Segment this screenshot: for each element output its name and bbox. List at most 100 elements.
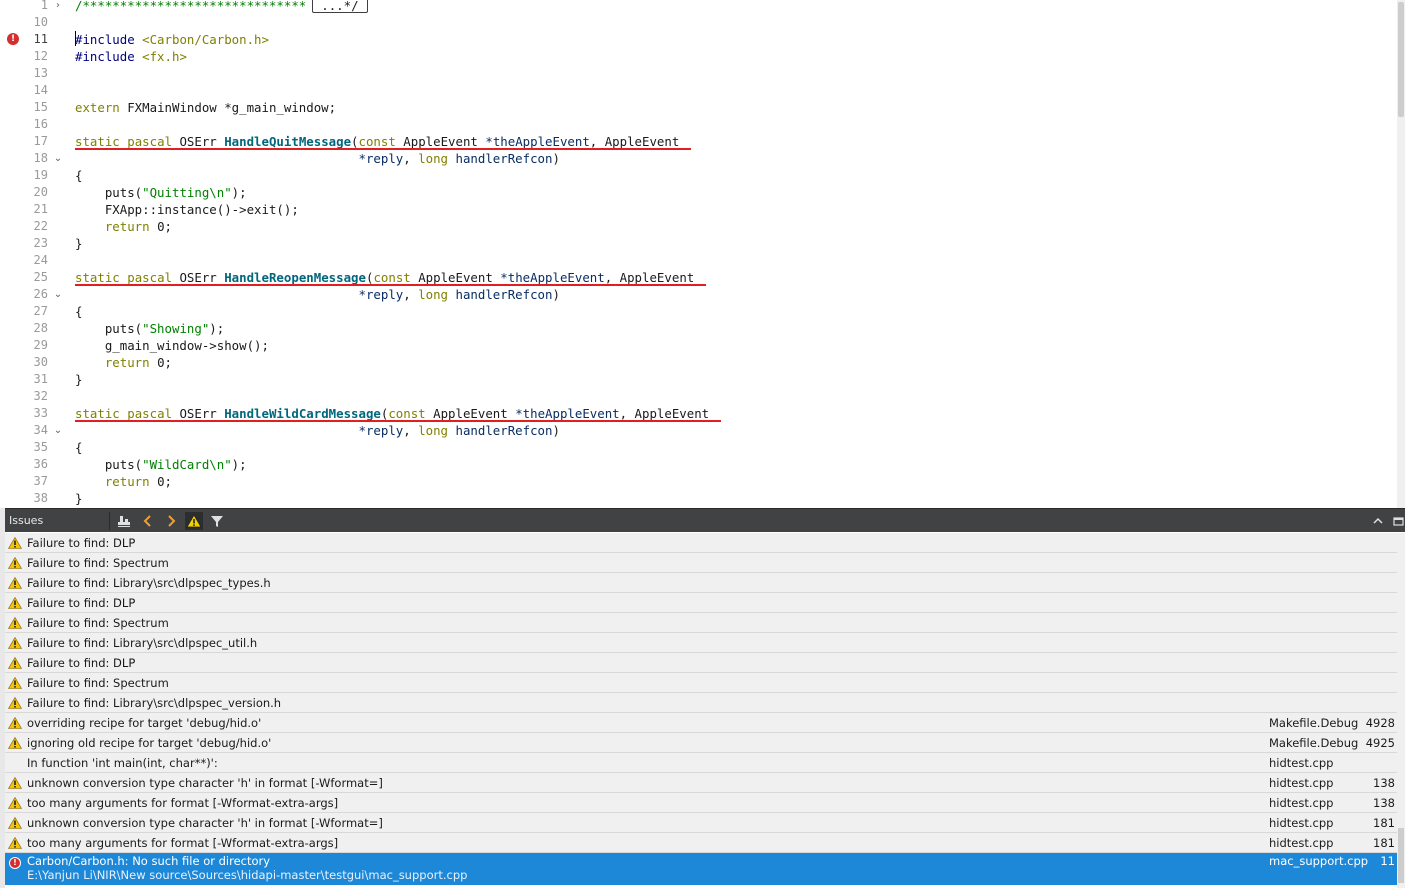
issue-row[interactable]: Failure to find: Library\src\dlpspec_typ… [5,573,1397,593]
code-line[interactable]: { [75,303,82,320]
code-line[interactable]: g_main_window->show(); [75,337,269,354]
line-number-row[interactable]: 22 [0,218,70,235]
line-number-row[interactable]: 24 [0,252,70,269]
line-number-row[interactable]: 30 [0,354,70,371]
issue-row[interactable]: Failure to find: Spectrum [5,673,1397,693]
line-number-row[interactable]: 14 [0,82,70,99]
fold-collapsed-icon[interactable]: › [52,0,64,14]
code-line[interactable]: } [75,371,82,388]
issues-scrollbar-thumb[interactable] [1398,828,1404,883]
line-number-row[interactable]: 13 [0,65,70,82]
fold-expanded-icon[interactable]: ⌄ [52,286,64,303]
warnings-filter-icon[interactable] [185,512,203,530]
code-line[interactable]: *reply, long handlerRefcon) [75,150,559,167]
code-token: return [75,355,150,370]
line-number-row[interactable]: 16 [0,116,70,133]
issue-row[interactable]: Failure to find: DLP [5,653,1397,673]
code-line[interactable]: { [75,167,82,184]
code-line[interactable]: *reply, long handlerRefcon) [75,422,559,439]
line-number-row[interactable]: 33 [0,405,70,422]
code-line[interactable]: #include <Carbon/Carbon.h> [75,31,269,48]
code-line[interactable]: #include <fx.h> [75,48,187,65]
line-number: 14 [33,83,48,97]
line-number-row[interactable]: 21 [0,201,70,218]
issue-row[interactable]: Failure to find: Library\src\dlpspec_ver… [5,693,1397,713]
line-number-row[interactable]: 34 ⌄ [0,422,70,439]
line-number-row[interactable]: 1 › [0,0,70,14]
issue-description: Failure to find: DLP [27,536,136,550]
editor-vertical-scrollbar[interactable] [1397,0,1405,508]
code-line[interactable]: { [75,439,82,456]
line-number-row[interactable]: 17 [0,133,70,150]
panel-menu-icon[interactable] [1391,512,1405,530]
fold-expanded-icon[interactable]: ⌄ [52,422,64,439]
line-number-row[interactable]: 31 [0,371,70,388]
folded-block-marker[interactable]: ...*/ [312,0,368,13]
warning-icon [8,637,22,649]
line-number-row[interactable]: 25 [0,269,70,286]
line-number-row[interactable]: 19 [0,167,70,184]
code-line[interactable]: *reply, long handlerRefcon) [75,286,559,303]
line-number-row[interactable]: 32 [0,388,70,405]
line-number-row[interactable]: 20 [0,184,70,201]
code-line[interactable]: FXApp::instance()->exit(); [75,201,299,218]
line-number-row[interactable]: ! 11 [0,31,70,48]
code-line[interactable]: } [75,235,82,252]
line-number-row[interactable]: 35 [0,439,70,456]
issues-panel-toolbar: Issues [5,508,1405,532]
code-line[interactable]: return 0; [75,354,172,371]
line-number: 11 [33,32,48,46]
line-number-row[interactable]: 28 [0,320,70,337]
issue-row[interactable]: Failure to find: DLP [5,593,1397,613]
error-marker-icon[interactable]: ! [7,33,19,45]
line-number-row[interactable]: 29 [0,337,70,354]
chevron-up-icon[interactable] [1369,512,1387,530]
editor-scrollbar-thumb[interactable] [1398,2,1404,117]
code-line[interactable]: } [75,490,82,507]
code-editor[interactable]: 1 › 10! 11 12 13 14 15 16 17 18 ⌄ 19 20 21 22 23 24 25 26 ⌄ 2… [0,0,1405,508]
issue-row[interactable]: Failure to find: Spectrum [5,613,1397,633]
issue-description: Failure to find: Library\src\dlpspec_uti… [27,636,258,650]
line-number-row[interactable]: 27 [0,303,70,320]
issue-row[interactable]: unknown conversion type character 'h' in… [5,813,1397,833]
issue-row[interactable]: In function 'int main(int, char**)': hidt… [5,753,1397,773]
issue-row[interactable]: too many arguments for format [-Wformat-… [5,833,1397,853]
issue-row[interactable]: too many arguments for format [-Wformat-… [5,793,1397,813]
line-number-row[interactable]: 15 [0,99,70,116]
line-number-row[interactable]: 12 [0,48,70,65]
code-line[interactable]: puts("Showing"); [75,320,224,337]
line-number-row[interactable]: 10 [0,14,70,31]
line-number-gutter[interactable]: 1 › 10! 11 12 13 14 15 16 17 18 ⌄ 19 20 21 22 23 24 25 26 ⌄ 2… [0,0,70,508]
fold-expanded-icon[interactable]: ⌄ [52,150,64,167]
issue-row[interactable]: Failure to find: Spectrum [5,553,1397,573]
prev-icon[interactable] [139,512,157,530]
code-line[interactable]: return 0; [75,218,172,235]
line-number-row[interactable]: 36 [0,456,70,473]
issue-row[interactable]: overriding recipe for target 'debug/hid.… [5,713,1397,733]
issue-row[interactable]: ignoring old recipe for target 'debug/hi… [5,733,1397,753]
line-number-row[interactable]: 38 [0,490,70,507]
build-issues-icon[interactable] [115,512,133,530]
issue-row-selected[interactable]: ! Carbon/Carbon.h: No such file or direct… [5,853,1397,885]
issues-list[interactable]: Failure to find: DLP Failure to find: Spe… [5,533,1397,888]
issue-file: hidtest.cpp [1269,816,1334,830]
issue-row[interactable]: Failure to find: Library\src\dlpspec_uti… [5,633,1397,653]
issue-row[interactable]: unknown conversion type character 'h' in… [5,773,1397,793]
code-line[interactable]: /****************************** ...*/ [75,0,368,14]
code-token: puts( [75,457,143,472]
line-number: 24 [33,253,48,267]
code-area[interactable]: /****************************** ...*/ #inc… [75,0,1397,508]
next-icon[interactable] [162,512,180,530]
code-line[interactable]: puts("WildCard\n"); [75,456,247,473]
issues-vertical-scrollbar[interactable] [1397,533,1405,888]
filter-icon[interactable] [208,512,226,530]
line-number-row[interactable]: 26 ⌄ [0,286,70,303]
line-number-row[interactable]: 37 [0,473,70,490]
line-number-row[interactable]: 18 ⌄ [0,150,70,167]
line-number-row[interactable]: 23 [0,235,70,252]
code-token: } [75,236,83,251]
code-line[interactable]: extern FXMainWindow *g_main_window; [75,99,336,116]
code-line[interactable]: return 0; [75,473,172,490]
issue-row[interactable]: Failure to find: DLP [5,533,1397,553]
code-line[interactable]: puts("Quitting\n"); [75,184,247,201]
